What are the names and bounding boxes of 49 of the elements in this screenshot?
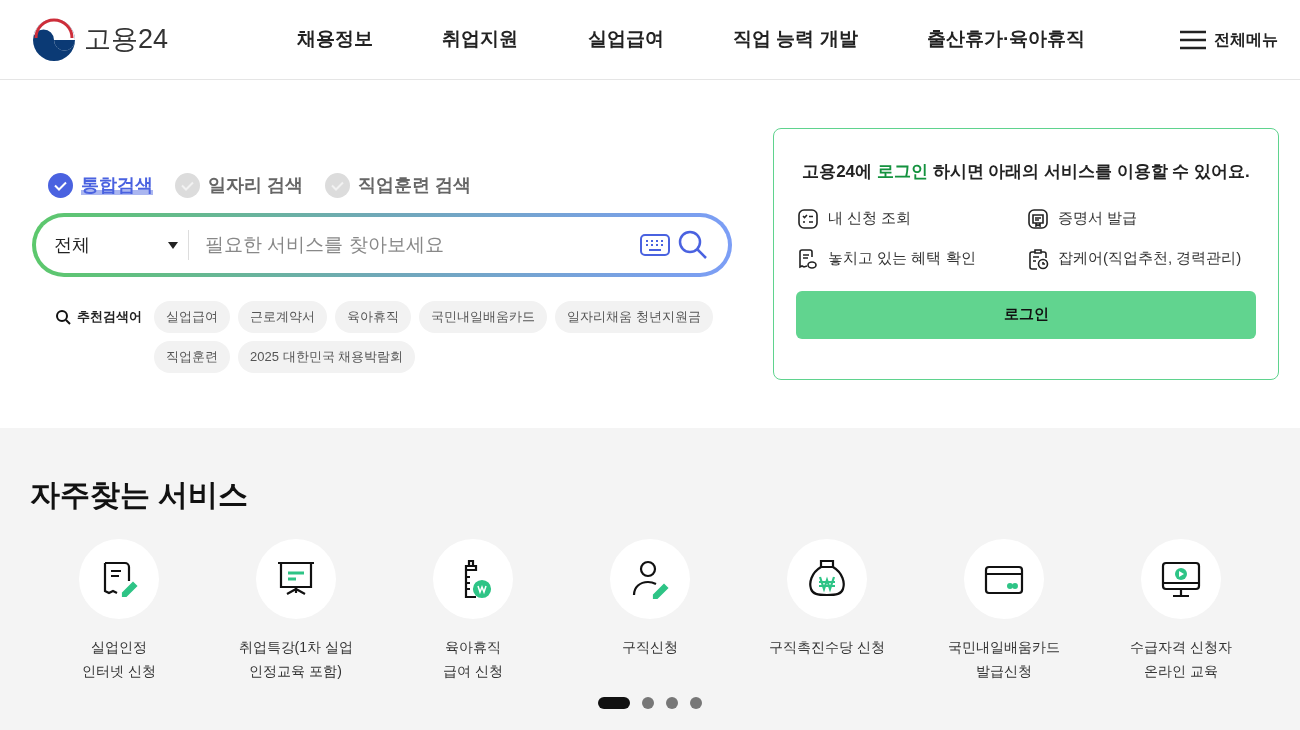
- service-link[interactable]: 실업인정 인터넷 신청: [81, 635, 156, 683]
- caret-icon: [168, 241, 178, 249]
- all-menu-button[interactable]: 전체메뉴: [1180, 27, 1278, 52]
- search-bar[interactable]: 전체 필요한 서비스를 찾아보세요: [32, 213, 732, 277]
- keyword-chip[interactable]: 국민내일배움카드: [419, 301, 547, 333]
- keyword-chip[interactable]: 실업급여: [154, 301, 230, 333]
- menu-icon: [1180, 29, 1206, 50]
- service-link[interactable]: 수급자격 신청자 온라인 교육: [1130, 635, 1233, 683]
- service-link[interactable]: 취업특강(1차 실업 인정교육 포함): [238, 635, 353, 683]
- check-icon: [48, 173, 73, 198]
- keyboard-button[interactable]: [640, 234, 670, 256]
- logo-emblem-icon: [32, 17, 76, 62]
- keyword-chip[interactable]: 2025 대한민국 채용박람회: [238, 341, 416, 373]
- check-icon: [325, 173, 350, 198]
- service-icon: [796, 206, 820, 231]
- category-select[interactable]: 전체: [54, 230, 189, 260]
- nav-link[interactable]: 취업지원: [442, 25, 519, 54]
- login-message: 고용24에 로그인 하시면 아래의 서비스를 이용할 수 있어요.: [801, 161, 1251, 183]
- keyword-chip[interactable]: 일자리채움 청년지원금: [555, 301, 713, 333]
- login-service-link[interactable]: 잡케어(직업추천, 경력관리): [1026, 246, 1256, 271]
- service-link[interactable]: 국민내일배움카드 발급신청: [948, 635, 1061, 683]
- service-icon: [1026, 246, 1050, 271]
- keyword-chip[interactable]: 근로계약서: [238, 301, 327, 333]
- search-type-tab[interactable]: 통합검색: [48, 172, 153, 199]
- section-title: 자주찾는 서비스: [30, 477, 250, 513]
- login-service-link[interactable]: 내 신청 조회: [796, 206, 1026, 231]
- login-service-link[interactable]: 증명서 발급: [1026, 206, 1256, 231]
- search-icon: [678, 230, 708, 260]
- nav-link[interactable]: 출산휴가·육아휴직: [926, 25, 1086, 54]
- recommended-label: 추천검색어: [77, 308, 142, 327]
- home-logo-link[interactable]: 고용24: [32, 17, 262, 62]
- nav-link[interactable]: 채용정보: [296, 25, 373, 54]
- service-icon: [1026, 206, 1050, 231]
- keyboard-icon: [640, 234, 670, 256]
- keyword-chip[interactable]: 직업훈련: [154, 341, 230, 373]
- nav-link[interactable]: 실업급여: [587, 25, 664, 54]
- service-link[interactable]: 구직촉진수당 신청: [769, 635, 886, 659]
- search-icon: [56, 309, 71, 325]
- login-button[interactable]: 로그인: [796, 290, 1256, 339]
- search-button[interactable]: [678, 230, 708, 260]
- nav-link[interactable]: 직업 능력 개발: [732, 25, 858, 54]
- service-icon: [796, 246, 820, 271]
- service-link[interactable]: 구직신청: [622, 635, 678, 659]
- check-icon: [175, 173, 200, 198]
- service-link[interactable]: 육아휴직 급여 신청: [442, 635, 503, 683]
- search-type-tab[interactable]: 직업훈련 검색: [325, 172, 472, 199]
- keyword-chip[interactable]: 육아휴직: [335, 301, 411, 333]
- search-type-tab[interactable]: 일자리 검색: [175, 172, 303, 199]
- login-service-link[interactable]: 놓치고 있는 혜택 확인: [796, 246, 1026, 271]
